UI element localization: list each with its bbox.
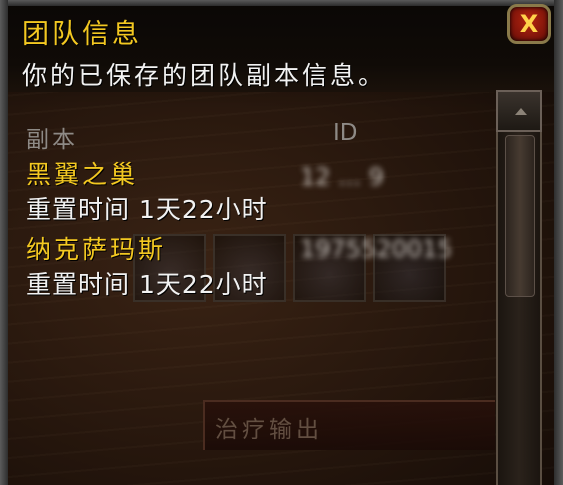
window-right-border xyxy=(554,0,563,485)
window-subtitle: 你的已保存的团队副本信息。 xyxy=(22,61,387,90)
column-header-id: ID xyxy=(333,120,358,146)
instance-reset-time: 重置时间 1天22小时 xyxy=(26,195,268,224)
close-icon: X xyxy=(519,10,539,38)
window-left-border xyxy=(0,0,8,485)
close-button[interactable]: X xyxy=(507,4,551,44)
instance-name: 纳克萨玛斯 xyxy=(26,235,167,264)
instance-reset-time: 重置时间 1天22小时 xyxy=(26,270,268,299)
scroll-up-button[interactable] xyxy=(496,90,542,132)
instance-id: 1975520015 xyxy=(300,235,450,263)
scrollbar-thumb[interactable] xyxy=(505,135,535,297)
instance-name: 黑翼之巢 xyxy=(26,160,139,189)
instance-id: 12 ... 9 xyxy=(300,163,384,191)
raid-info-window: 团队信息 你的已保存的团队副本信息。 X 治疗输出 副本 ID 黑翼之巢 重置时… xyxy=(0,0,563,485)
window-top-border xyxy=(0,0,563,6)
column-header-instance: 副本 xyxy=(26,127,78,153)
background-action-bar-label: 治疗输出 xyxy=(215,417,323,443)
window-title: 团队信息 xyxy=(22,19,142,50)
